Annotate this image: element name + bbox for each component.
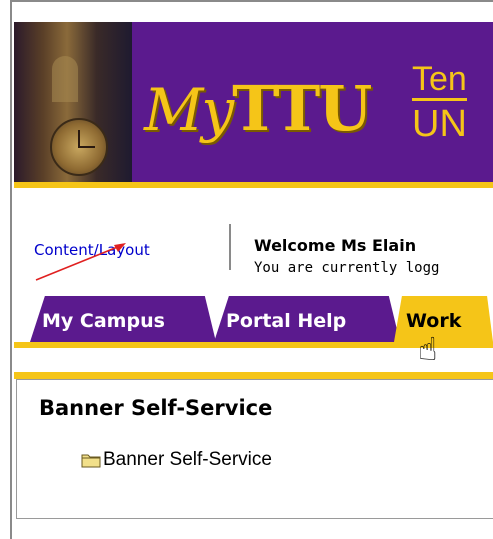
tower-window bbox=[52, 56, 78, 102]
tab-my-campus[interactable]: My Campus bbox=[30, 296, 216, 342]
university-wordmark: Ten UN bbox=[412, 62, 492, 143]
banner-gold-stripe bbox=[14, 182, 493, 188]
channel-title: Banner Self-Service bbox=[39, 396, 273, 420]
folder-icon bbox=[81, 452, 101, 468]
clock-icon bbox=[50, 118, 108, 176]
content-gold-stripe bbox=[14, 372, 493, 379]
myttu-logo: MyTTU bbox=[144, 64, 404, 154]
welcome-message: Welcome Ms Elain bbox=[254, 236, 417, 255]
portal-banner: MyTTU Ten UN bbox=[14, 22, 493, 182]
logo-ttu-text: TTU bbox=[232, 72, 372, 145]
clock-tower-image bbox=[14, 22, 132, 182]
wordmark-line2: UN bbox=[412, 103, 467, 145]
folder-label: Banner Self-Service bbox=[103, 449, 272, 470]
wordmark-line1: Ten bbox=[412, 62, 467, 101]
annotation-arrow bbox=[35, 243, 126, 281]
channel-panel: Banner Self-Service Banner Self-Service bbox=[16, 379, 493, 519]
logo-my-text: My bbox=[144, 76, 234, 144]
login-status: You are currently logg bbox=[254, 260, 440, 276]
hand-pointer-icon: ☝ bbox=[418, 330, 438, 368]
tab-work[interactable]: Work bbox=[394, 296, 493, 342]
header-divider bbox=[229, 224, 231, 270]
folder-link-banner-self-service[interactable]: Banner Self-Service bbox=[81, 449, 272, 471]
tab-portal-help[interactable]: Portal Help bbox=[214, 296, 400, 342]
